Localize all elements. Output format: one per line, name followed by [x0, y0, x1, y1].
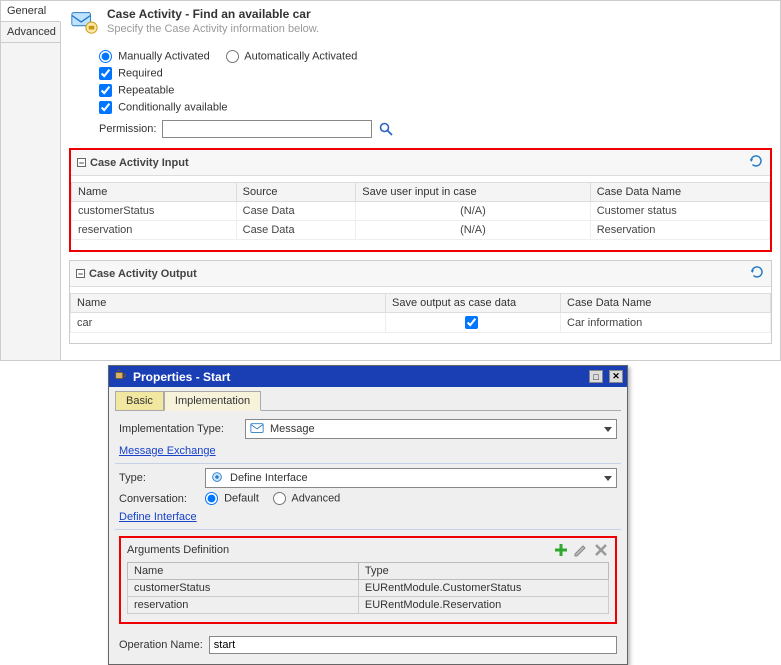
col-casedata: Case Data Name — [590, 183, 769, 202]
cell-save: (N/A) — [356, 202, 590, 221]
radio-auto-text: Automatically Activated — [244, 50, 357, 62]
args-table: Name Type customerStatus EURentModule.Cu… — [127, 562, 609, 614]
input-section-title: Case Activity Input — [90, 157, 189, 169]
radio-auto-label[interactable]: Automatically Activated — [226, 50, 358, 63]
refresh-icon[interactable] — [748, 153, 764, 172]
radio-default-label[interactable]: Default — [205, 492, 259, 505]
args-col-name: Name — [128, 563, 359, 580]
collapse-icon[interactable]: − — [77, 158, 86, 167]
col-save: Save output as case data — [386, 294, 561, 313]
col-save: Save user input in case — [356, 183, 590, 202]
cell-save: (N/A) — [356, 221, 590, 240]
side-tabs: General Advanced — [1, 1, 61, 360]
impl-type-combo[interactable]: Message — [245, 419, 617, 439]
operation-input[interactable] — [209, 636, 617, 654]
permission-label: Permission: — [99, 123, 156, 135]
close-button[interactable]: ✕ — [609, 370, 623, 383]
col-name: Name — [71, 294, 386, 313]
col-name: Name — [72, 183, 237, 202]
check-conditional[interactable] — [99, 101, 112, 114]
cell-name: reservation — [72, 221, 237, 240]
check-conditional-label[interactable]: Conditionally available — [99, 101, 228, 114]
conversation-label: Conversation: — [119, 493, 199, 505]
add-icon[interactable] — [553, 542, 569, 558]
impl-type-label: Implementation Type: — [119, 423, 239, 435]
args-cell-name: customerStatus — [128, 580, 359, 597]
dlg-tab-basic[interactable]: Basic — [115, 391, 164, 410]
check-repeatable-label[interactable]: Repeatable — [99, 84, 174, 97]
radio-auto[interactable] — [226, 50, 239, 63]
tab-general[interactable]: General — [1, 1, 61, 22]
check-required-text: Required — [118, 67, 163, 79]
radio-manual-label[interactable]: Manually Activated — [99, 50, 210, 63]
cell-source: Case Data — [236, 202, 356, 221]
check-repeatable-text: Repeatable — [118, 84, 174, 96]
table-row[interactable]: car Car information — [71, 313, 771, 333]
properties-dialog: Properties - Start □ ✕ Basic Implementat… — [108, 365, 628, 665]
case-activity-icon — [69, 7, 99, 40]
refresh-icon[interactable] — [749, 264, 765, 283]
page-subtitle: Specify the Case Activity information be… — [107, 23, 319, 35]
cell-save — [386, 313, 561, 333]
chevron-down-icon — [604, 427, 612, 432]
radio-advanced[interactable] — [273, 492, 286, 505]
impl-type-value: Message — [270, 423, 315, 435]
dialog-title: Properties - Start — [133, 370, 230, 384]
dlg-tab-implementation[interactable]: Implementation — [164, 391, 261, 411]
cell-casedata: Reservation — [590, 221, 769, 240]
permission-input[interactable] — [162, 120, 372, 138]
page-title: Case Activity - Find an available car — [107, 7, 319, 21]
cell-casedata: Customer status — [590, 202, 769, 221]
radio-default[interactable] — [205, 492, 218, 505]
radio-default-text: Default — [224, 492, 259, 504]
output-section-title: Case Activity Output — [89, 268, 197, 280]
args-col-type: Type — [358, 563, 608, 580]
args-cell-type: EURentModule.Reservation — [358, 597, 608, 614]
check-required[interactable] — [99, 67, 112, 80]
message-exchange-link[interactable]: Message Exchange — [115, 443, 621, 459]
table-row[interactable]: customerStatus EURentModule.CustomerStat… — [128, 580, 609, 597]
args-title: Arguments Definition — [127, 544, 229, 556]
input-table: Name Source Save user input in case Case… — [71, 182, 770, 240]
tab-advanced[interactable]: Advanced — [1, 22, 60, 43]
delete-icon[interactable] — [593, 542, 609, 558]
cell-source: Case Data — [236, 221, 356, 240]
coffee-cup-icon — [113, 368, 127, 385]
col-source: Source — [236, 183, 356, 202]
args-cell-name: reservation — [128, 597, 359, 614]
arguments-definition-block: Arguments Definition Name — [119, 536, 617, 624]
operation-label: Operation Name: — [119, 639, 203, 651]
case-activity-input-section: − Case Activity Input Name Source Save u… — [69, 148, 772, 252]
type-combo[interactable]: Define Interface — [205, 468, 617, 488]
check-conditional-text: Conditionally available — [118, 101, 227, 113]
type-label: Type: — [119, 472, 199, 484]
edit-icon[interactable] — [573, 542, 589, 558]
args-cell-type: EURentModule.CustomerStatus — [358, 580, 608, 597]
check-repeatable[interactable] — [99, 84, 112, 97]
output-table: Name Save output as case data Case Data … — [70, 293, 771, 333]
save-output-checkbox[interactable] — [465, 316, 478, 329]
table-row[interactable]: customerStatus Case Data (N/A) Customer … — [72, 202, 770, 221]
maximize-button[interactable]: □ — [589, 370, 603, 383]
cell-casedata: Car information — [561, 313, 771, 333]
radio-manual-text: Manually Activated — [118, 50, 210, 62]
define-interface-link[interactable]: Define Interface — [115, 509, 621, 525]
radio-advanced-text: Advanced — [291, 492, 340, 504]
interface-icon — [210, 470, 224, 487]
table-row[interactable]: reservation Case Data (N/A) Reservation — [72, 221, 770, 240]
table-row[interactable]: reservation EURentModule.Reservation — [128, 597, 609, 614]
type-value: Define Interface — [230, 472, 308, 484]
envelope-icon — [250, 421, 264, 438]
case-activity-output-section: − Case Activity Output Name Save output … — [69, 260, 772, 344]
collapse-icon[interactable]: − — [76, 269, 85, 278]
chevron-down-icon — [604, 476, 612, 481]
cell-name: customerStatus — [72, 202, 237, 221]
search-icon[interactable] — [378, 121, 394, 137]
radio-advanced-label[interactable]: Advanced — [273, 492, 340, 505]
radio-manual[interactable] — [99, 50, 112, 63]
dialog-titlebar[interactable]: Properties - Start □ ✕ — [109, 366, 627, 387]
cell-name: car — [71, 313, 386, 333]
col-casedata: Case Data Name — [561, 294, 771, 313]
check-required-label[interactable]: Required — [99, 67, 163, 80]
